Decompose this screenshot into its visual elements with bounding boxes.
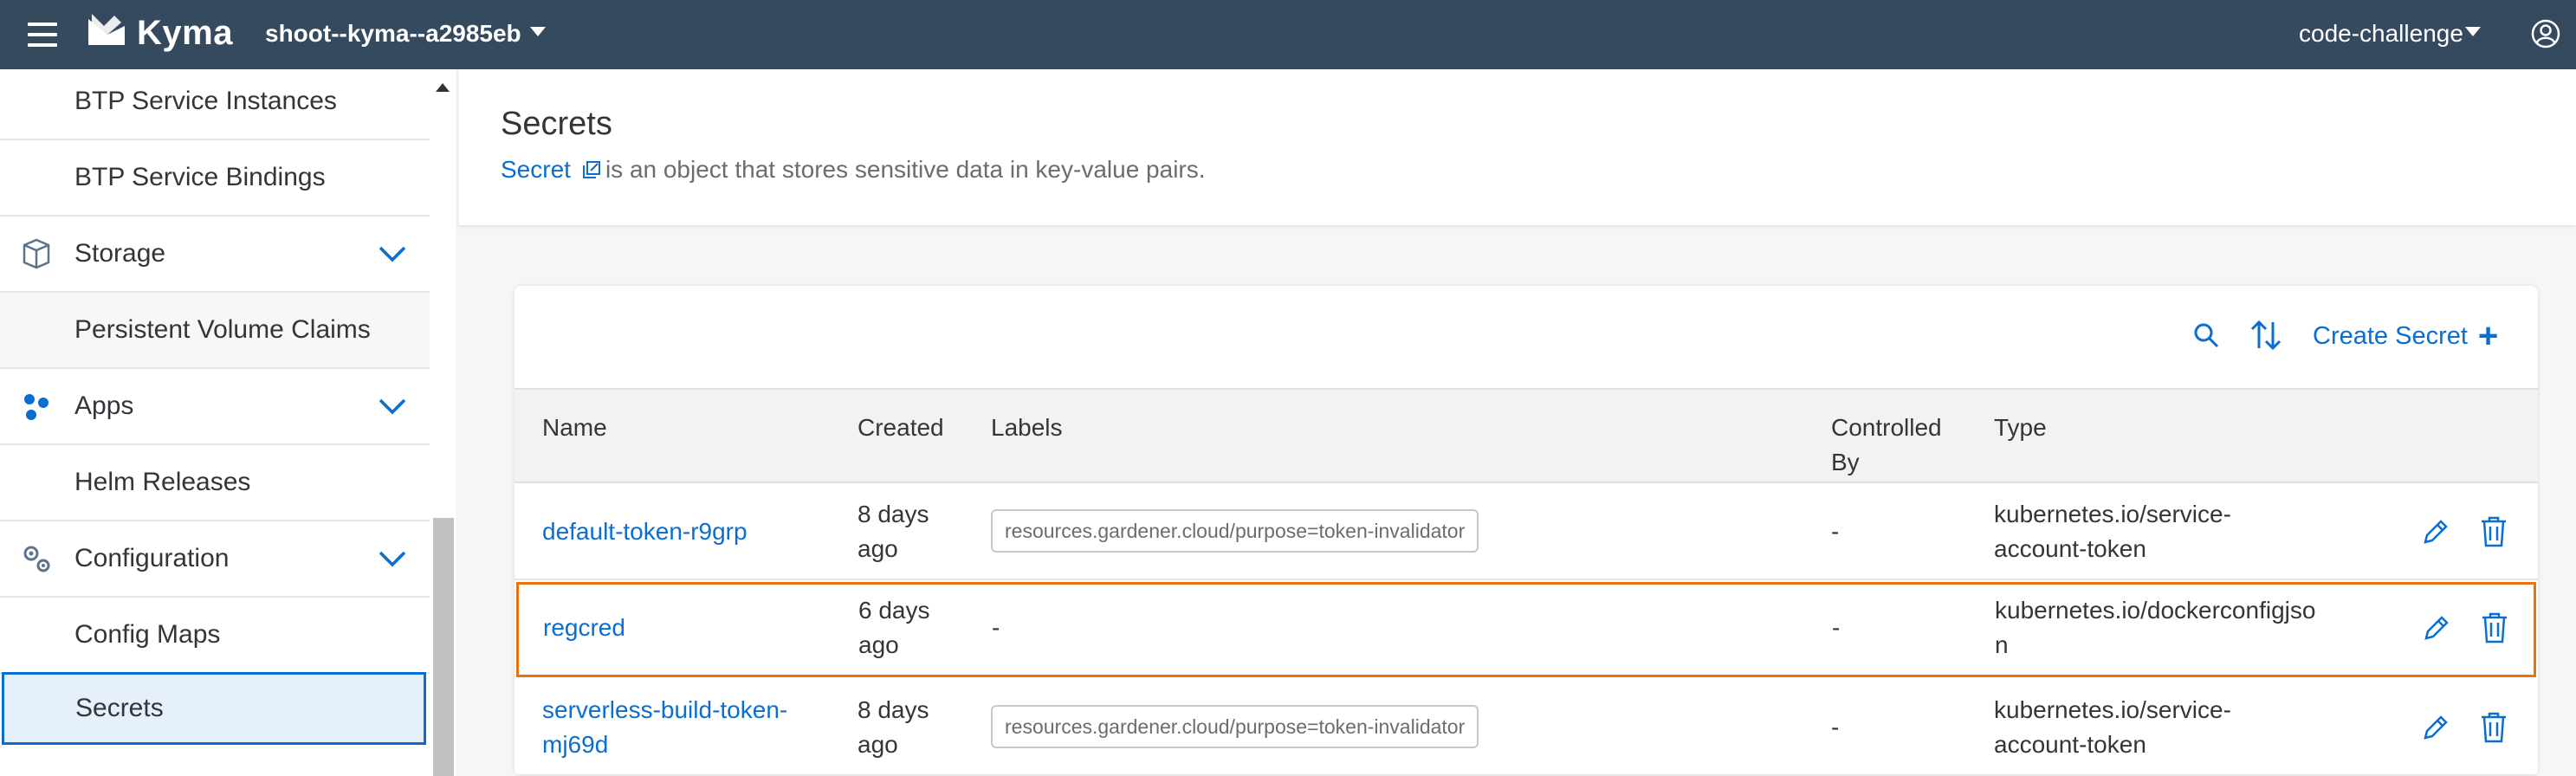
namespace-selector[interactable]: code-challenge — [2299, 20, 2463, 48]
sidebar-item-helm-releases[interactable]: Helm Releases — [0, 445, 430, 521]
sidebar-item-label: Helm Releases — [74, 468, 251, 496]
created-cell: 6 days ago — [858, 593, 930, 663]
namespace-dropdown-icon[interactable] — [2465, 27, 2481, 36]
type-line2: account-token — [1994, 731, 2146, 758]
delete-icon[interactable] — [2480, 612, 2509, 643]
secret-name-line2: mj69d — [542, 731, 609, 758]
type-line2: n — [1995, 631, 2009, 658]
apps-icon — [24, 394, 49, 420]
sidebar-item-label: Secrets — [75, 694, 164, 722]
created-cell: 8 days ago — [858, 497, 929, 566]
hamburger-menu-icon[interactable] — [28, 23, 57, 47]
controlled-by-cell: - — [1831, 714, 1840, 740]
column-header-name[interactable]: Name — [542, 411, 607, 445]
sidebar-item-label: Apps — [74, 391, 134, 420]
column-header-created[interactable]: Created — [858, 411, 944, 445]
type-line1: kubernetes.io/service- — [1994, 696, 2231, 723]
create-secret-label: Create Secret — [2313, 321, 2468, 350]
label-chip: resources.gardener.cloud/purpose=token-i… — [991, 705, 1479, 748]
column-header-controlled-by[interactable]: Controlled By — [1831, 411, 1942, 480]
label-chip: resources.gardener.cloud/purpose=token-i… — [991, 509, 1479, 553]
created-line1: 8 days — [858, 501, 929, 527]
secrets-table-card: Create Secret + Name Created Labels Cont… — [515, 286, 2538, 776]
table-row[interactable]: serverless-build-token- mj69d 8 days ago… — [515, 679, 2538, 776]
edit-icon[interactable] — [2420, 518, 2450, 547]
secret-name-link[interactable]: regcred — [543, 611, 625, 645]
sidebar-item-secrets[interactable]: Secrets — [2, 672, 426, 745]
table-header: Name Created Labels Controlled By Type — [515, 388, 2538, 483]
table-row-selected[interactable]: regcred 6 days ago - - kubernetes.io/doc… — [516, 582, 2536, 677]
type-line1: kubernetes.io/service- — [1994, 501, 2231, 527]
column-header-type[interactable]: Type — [1994, 411, 2047, 445]
column-header-controlled-line2: By — [1831, 449, 1860, 475]
sidebar-nav: BTP Service Instances BTP Service Bindin… — [0, 69, 430, 776]
column-header-labels[interactable]: Labels — [991, 411, 1063, 445]
chevron-down-icon[interactable] — [378, 397, 407, 416]
add-icon: + — [2477, 317, 2499, 355]
type-cell: kubernetes.io/dockerconfigjso n — [1995, 593, 2315, 663]
created-line1: 8 days — [858, 696, 929, 723]
search-icon[interactable] — [2191, 320, 2221, 350]
sidebar-item-btp-service-bindings[interactable]: BTP Service Bindings — [0, 140, 430, 217]
sort-icon[interactable] — [2249, 319, 2283, 352]
create-secret-button[interactable]: Create Secret + — [2313, 319, 2498, 353]
type-cell: kubernetes.io/service- account-token — [1994, 693, 2231, 762]
page-description: Secret is an object that stores sensitiv… — [501, 156, 1206, 184]
external-link-icon[interactable] — [581, 159, 602, 180]
created-line2: ago — [858, 631, 899, 658]
sidebar-item-label: Config Maps — [74, 620, 221, 649]
column-header-controlled-line1: Controlled — [1831, 414, 1942, 441]
created-line2: ago — [858, 535, 898, 562]
shell-bar: Kyma shoot--kyma--a2985eb code-challenge — [0, 0, 2576, 69]
type-cell: kubernetes.io/service- account-token — [1994, 497, 2231, 566]
created-line2: ago — [858, 731, 898, 758]
delete-icon[interactable] — [2479, 712, 2508, 743]
sidebar-item-config-maps[interactable]: Config Maps — [0, 598, 430, 674]
cluster-name[interactable]: shoot--kyma--a2985eb — [265, 20, 521, 48]
edit-icon[interactable] — [2420, 714, 2450, 743]
description-text: is an object that stores sensitive data … — [605, 156, 1206, 183]
chevron-down-icon[interactable] — [378, 244, 407, 263]
controlled-by-cell: - — [1831, 518, 1840, 545]
kyma-logo-icon — [88, 14, 125, 45]
chevron-down-icon[interactable] — [378, 549, 407, 568]
sidebar-item-btp-service-instances[interactable]: BTP Service Instances — [0, 69, 430, 140]
sidebar-item-label: BTP Service Instances — [74, 87, 337, 115]
secret-docs-link[interactable]: Secret — [501, 156, 571, 184]
sidebar-scrollbar-thumb[interactable] — [433, 518, 454, 776]
created-line1: 6 days — [858, 597, 930, 624]
sidebar-group-apps[interactable]: Apps — [0, 369, 430, 445]
brand-name[interactable]: Kyma — [137, 14, 233, 53]
delete-icon[interactable] — [2479, 516, 2508, 547]
sidebar-item-label: Configuration — [74, 544, 230, 572]
sidebar-group-storage[interactable]: Storage — [0, 217, 430, 293]
sidebar-group-configuration[interactable]: Configuration — [0, 521, 430, 598]
page-header: Secrets Secret is an object that stores … — [459, 69, 2576, 225]
secret-name-link[interactable]: serverless-build-token- mj69d — [542, 693, 787, 762]
edit-icon[interactable] — [2421, 614, 2450, 643]
type-line1: kubernetes.io/dockerconfigjso — [1995, 597, 2316, 624]
sidebar-item-label: BTP Service Bindings — [74, 163, 326, 191]
user-account-icon[interactable] — [2531, 19, 2560, 48]
cluster-dropdown-icon[interactable] — [530, 27, 546, 36]
secret-name-line1: serverless-build-token- — [542, 696, 788, 723]
sidebar-item-label: Storage — [74, 239, 166, 268]
labels-cell: - — [992, 614, 1000, 641]
gear-icon — [23, 546, 50, 572]
created-cell: 8 days ago — [858, 693, 929, 762]
storage-icon — [23, 238, 50, 269]
secret-name-link[interactable]: default-token-r9grp — [542, 514, 748, 549]
controlled-by-cell: - — [1832, 614, 1841, 641]
page-title: Secrets — [501, 106, 612, 142]
sidebar-item-persistent-volume-claims[interactable]: Persistent Volume Claims — [0, 293, 430, 369]
table-row[interactable]: default-token-r9grp 8 days ago resources… — [515, 483, 2538, 580]
sidebar-item-label: Persistent Volume Claims — [74, 315, 371, 344]
scroll-up-icon[interactable] — [436, 83, 450, 92]
type-line2: account-token — [1994, 535, 2146, 562]
